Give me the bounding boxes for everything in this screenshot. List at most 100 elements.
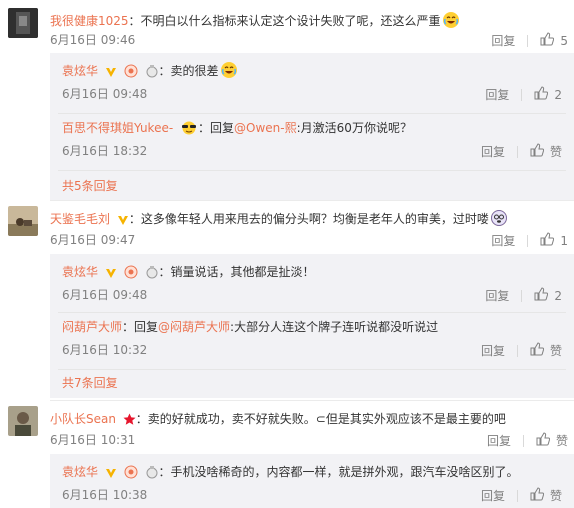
comment-line: 我很健康1025：不明白以什么指标来认定这个设计失败了呢，还这么严重 [50,12,459,30]
thumb-up-icon[interactable] [536,432,551,449]
sub-reply-actions: 回复 赞 [481,143,562,160]
username[interactable]: 袁炫华 [62,265,98,279]
reply-button[interactable]: 回复 [481,487,505,504]
action-divider [522,434,524,447]
avatar[interactable] [8,206,38,236]
action-divider [527,34,529,47]
comment-text: ：这多像年轻人用来甩去的偏分头啊？均衡是老年人的审美，过时喽 [128,212,489,226]
comment-line: 天鉴毛毛刘 ：这多像年轻人用来甩去的偏分头啊？均衡是老年人的审美，过时喽 [50,210,507,231]
reply-divider [58,312,566,313]
sub-reply-line: 闷葫芦大师：回复@闷葫芦大师:大部分人连这个牌子连听说都没听说过 [62,318,438,336]
like-count: 2 [554,288,562,303]
gold-v-icon [105,65,117,83]
sub-reply-actions: 回复 赞 [481,342,562,359]
vip-icon [124,465,138,484]
username[interactable]: 袁炫华 [62,64,98,78]
comment-time: 6月16日 09:47 [50,233,136,247]
laugh-cry-emoji [442,12,459,28]
username[interactable]: 袁炫华 [62,465,98,479]
thumb-up-icon[interactable] [540,232,555,249]
reply-button[interactable]: 回复 [485,86,509,103]
comment-time: 6月16日 09:46 [50,33,136,47]
sunglasses-emoji [180,121,198,140]
like-count: 5 [560,33,568,48]
like-label: 赞 [555,434,568,448]
sub-reply: 袁炫华 ：卖的很差 6月16日 09:48 回复 2 [58,62,566,110]
sub-reply-line: 袁炫华 ：手机没啥稀奇的，内容都一样，就是拼外观，跟汽车没啥区别了。 [62,463,519,484]
reply-button[interactable]: 回复 [481,342,505,359]
thumb-up-icon[interactable] [530,342,545,359]
sub-reply-time: 6月16日 18:32 [62,144,148,158]
action-divider [516,145,518,158]
comment: 小队长Sean ：卖的好就成功，卖不好就失败。⊂但是其实外观应该不是最主要的吧 … [0,406,574,508]
sub-reply-time: 6月16日 10:38 [62,488,148,502]
reply-button[interactable]: 回复 [487,432,511,449]
thumb-up-icon[interactable] [534,86,549,103]
vip-icon [124,64,138,83]
comment-actions: 回复 赞 [487,432,568,449]
sub-reply-text: ：销量说话，其他都是扯淡！ [158,265,315,279]
username[interactable]: 闷葫芦大师 [62,320,122,334]
like-label: 赞 [549,145,562,159]
reply-prefix: ：回复 [122,320,159,334]
avatar-image [8,206,38,236]
sub-reply-text: ：卖的很差 [158,64,219,78]
dizzy-emoji [490,210,507,226]
reply-button[interactable]: 回复 [491,232,515,249]
sub-reply: 袁炫华 ：销量说话，其他都是扯淡！ 6月16日 09:48 回复 2 [58,263,566,311]
sub-reply-line: 百思不得琪姐Yukee- ：回复@Owen-熙:月激活60万你说呢？ [62,119,412,140]
action-divider [521,289,523,302]
mention-link[interactable]: @Owen-熙 [234,121,297,135]
username[interactable]: 天鉴毛毛刘 [50,212,110,226]
comment-divider [50,200,574,201]
medal-icon [145,265,159,284]
comment-text: ：卖的好就成功，卖不好就失败。⊂但是其实外观应该不是最主要的吧 [135,412,506,426]
username[interactable]: 百思不得琪姐Yukee- [62,121,173,135]
sub-reply-time: 6月16日 10:32 [62,343,148,357]
avatar-image [8,8,38,38]
sub-reply: 袁炫华 ：手机没啥稀奇的，内容都一样，就是拼外观，跟汽车没啥区别了。 6月16日… [58,463,566,507]
sub-reply-time: 6月16日 09:48 [62,87,148,101]
medal-icon [145,465,159,484]
reply-divider [58,369,566,370]
avatar[interactable] [8,406,38,436]
comment: 天鉴毛毛刘 ：这多像年轻人用来甩去的偏分头啊？均衡是老年人的审美，过时喽 6月1… [0,206,574,398]
comment-actions: 回复 1 [491,232,568,249]
gold-v-icon [105,266,117,284]
more-replies-link[interactable]: 共7条回复 [62,374,118,391]
more-replies-link[interactable]: 共5条回复 [62,177,118,194]
sub-reply-text: ：手机没啥稀奇的，内容都一样，就是拼外观，跟汽车没啥区别了。 [158,465,519,479]
username[interactable]: 我很健康1025 [50,14,129,28]
username[interactable]: 小队长Sean [50,412,116,426]
reply-box: 袁炫华 ：卖的很差 6月16日 09:48 回复 2 百思不得琪姐Yukee- … [50,53,574,201]
red-star-icon [123,413,136,431]
thumb-up-icon[interactable] [540,32,555,49]
comment-text: ：不明白以什么指标来认定这个设计失败了呢，还这么严重 [128,14,441,28]
comment-line: 小队长Sean ：卖的好就成功，卖不好就失败。⊂但是其实外观应该不是最主要的吧 [50,410,506,431]
thumb-up-icon[interactable] [530,487,545,504]
action-divider [516,489,518,502]
thumb-up-icon[interactable] [530,143,545,160]
reply-button[interactable]: 回复 [481,143,505,160]
comment: 我很健康1025：不明白以什么指标来认定这个设计失败了呢，还这么严重 6月16日… [0,8,574,203]
vip-icon [124,265,138,284]
reply-box: 袁炫华 ：销量说话，其他都是扯淡！ 6月16日 09:48 回复 2 闷葫芦大师… [50,254,574,398]
reply-divider [58,113,566,114]
like-label: 赞 [549,489,562,503]
reply-box: 袁炫华 ：手机没啥稀奇的，内容都一样，就是拼外观，跟汽车没啥区别了。 6月16日… [50,454,574,508]
comment-time: 6月16日 10:31 [50,433,136,447]
reply-divider [58,170,566,171]
action-divider [527,234,529,247]
reply-button[interactable]: 回复 [491,32,515,49]
comment-divider [50,400,574,401]
action-divider [521,88,523,101]
reply-button[interactable]: 回复 [485,287,509,304]
action-divider [516,344,518,357]
reply-prefix: ：回复 [198,121,235,135]
mention-link[interactable]: @闷葫芦大师 [158,320,230,334]
sub-reply-line: 袁炫华 ：销量说话，其他都是扯淡！ [62,263,315,284]
thumb-up-icon[interactable] [534,287,549,304]
avatar[interactable] [8,8,38,38]
sub-reply-actions: 回复 2 [485,86,562,103]
sub-reply-time: 6月16日 09:48 [62,288,148,302]
